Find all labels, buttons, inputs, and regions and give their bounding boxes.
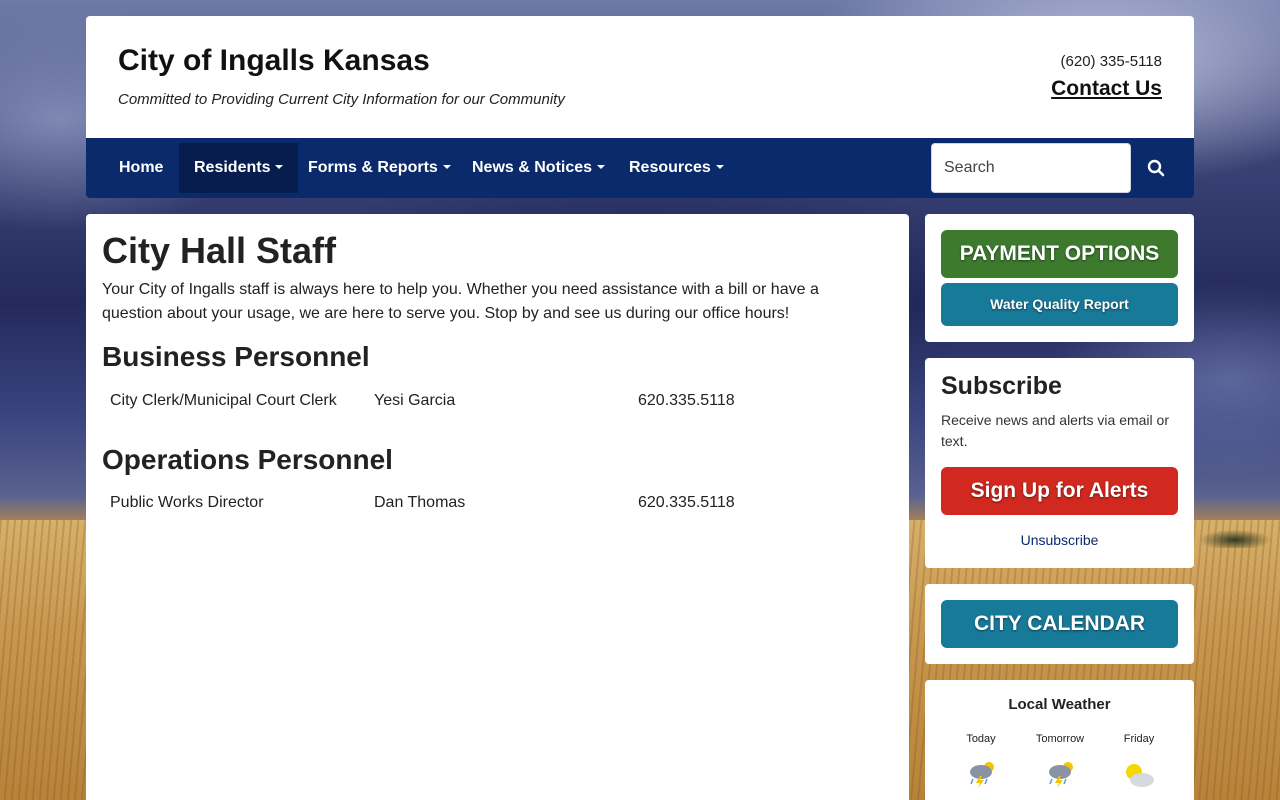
water-quality-report-button[interactable]: Water Quality Report — [941, 283, 1178, 326]
caret-down-icon — [597, 165, 606, 169]
nav-item-resources[interactable]: Resources — [614, 143, 739, 193]
nav-item-label: Residents — [194, 159, 271, 176]
weather-card: Local Weather Today Tomorrow Friday — [925, 680, 1194, 800]
staff-phone[interactable]: 620.335.5118 — [638, 392, 735, 410]
page-title: City Hall Staff — [102, 230, 337, 271]
subscribe-text: Receive news and alerts via email or tex… — [941, 412, 1169, 449]
weather-day-label: Tomorrow — [1035, 733, 1085, 745]
nav-item-home[interactable]: Home — [104, 143, 178, 193]
unsubscribe-link[interactable]: Unsubscribe — [925, 532, 1194, 548]
weather-title: Local Weather — [1008, 696, 1111, 713]
main-content: City Hall Staff Your City of Ingalls sta… — [86, 214, 909, 800]
nav-item-label: Resources — [629, 159, 711, 176]
nav-item-residents[interactable]: Residents — [179, 143, 299, 193]
nav-item-label: News & Notices — [472, 159, 593, 176]
sign-up-alerts-button[interactable]: Sign Up for Alerts — [941, 467, 1178, 515]
staff-title: Public Works Director — [110, 494, 264, 511]
search-icon — [1147, 159, 1165, 177]
main-navbar: Home Residents Forms & Reports News & No… — [86, 138, 1194, 198]
staff-name: Dan Thomas — [374, 494, 466, 511]
caret-down-icon — [715, 165, 724, 169]
staff-phone[interactable]: 620.335.5118 — [638, 494, 735, 512]
nav-item-news-notices[interactable]: News & Notices — [457, 143, 620, 193]
thunderstorm-sun-icon — [1049, 762, 1073, 788]
thunderstorm-sun-icon — [970, 762, 994, 788]
subscribe-title: Subscribe — [941, 372, 1062, 400]
intro-paragraph: Your City of Ingalls staff is always her… — [102, 281, 819, 322]
nav-item-label: Home — [119, 159, 164, 176]
site-tagline: Committed to Providing Current City Info… — [118, 91, 565, 108]
caret-down-icon — [442, 165, 451, 169]
site-header: City of Ingalls Kansas Committed to Prov… — [86, 16, 1194, 138]
nav-item-forms-reports[interactable]: Forms & Reports — [293, 143, 466, 193]
weather-day-label: Friday — [1123, 733, 1155, 745]
caret-down-icon — [275, 165, 284, 169]
staff-row: Public Works Director Dan Thomas 620.335… — [110, 494, 870, 518]
partly-cloudy-icon — [1126, 764, 1154, 787]
header-phone: (620) 335-5118 — [1060, 53, 1162, 70]
quick-links-card: PAYMENT OPTIONS Water Quality Report — [925, 214, 1194, 342]
nav-item-label: Forms & Reports — [308, 159, 438, 176]
subscribe-card: Subscribe Receive news and alerts via em… — [925, 358, 1194, 568]
search-button[interactable] — [1136, 143, 1176, 193]
city-calendar-button[interactable]: CITY CALENDAR — [941, 600, 1178, 648]
weather-day-label: Today — [966, 733, 996, 745]
section-heading-operations: Operations Personnel — [102, 444, 393, 475]
contact-us-link[interactable]: Contact Us — [1051, 77, 1162, 101]
section-heading-business: Business Personnel — [102, 341, 370, 372]
search-input[interactable] — [931, 143, 1131, 193]
staff-title: City Clerk/Municipal Court Clerk — [110, 392, 337, 409]
calendar-card: CITY CALENDAR — [925, 584, 1194, 664]
staff-row: City Clerk/Municipal Court Clerk Yesi Ga… — [110, 392, 870, 416]
site-title[interactable]: City of Ingalls Kansas — [118, 44, 430, 78]
staff-name: Yesi Garcia — [374, 392, 456, 409]
background-trees — [1190, 522, 1280, 548]
payment-options-button[interactable]: PAYMENT OPTIONS — [941, 230, 1178, 278]
